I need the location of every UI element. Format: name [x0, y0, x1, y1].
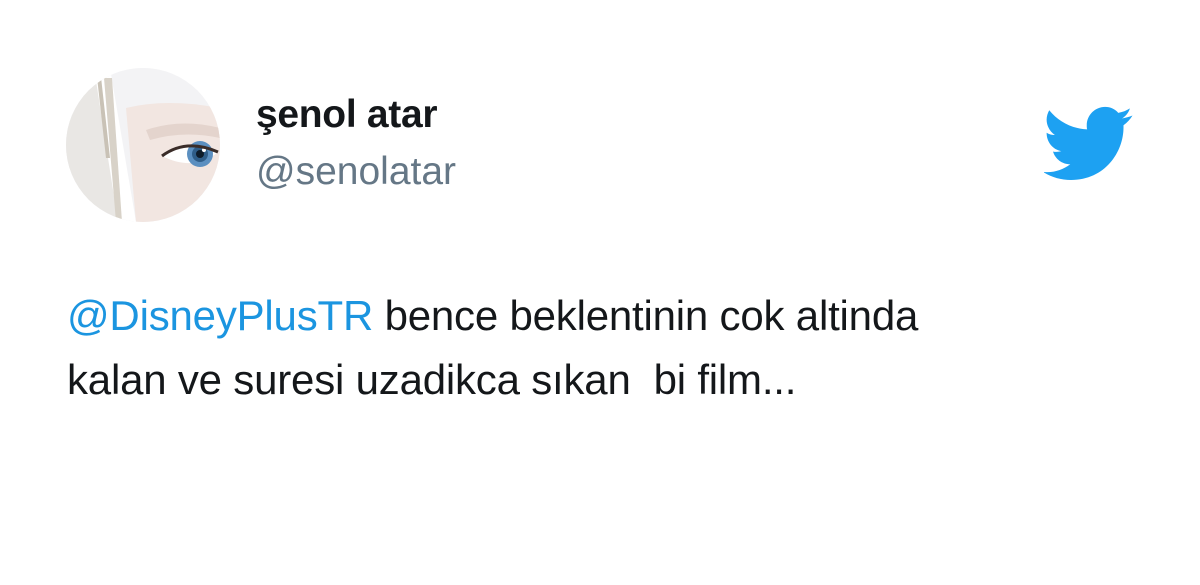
twitter-bird-svg — [1042, 106, 1133, 180]
tweet-text: @DisneyPlusTR bence beklentinin cok alti… — [67, 284, 1157, 412]
tweet-card: şenol atar @senolatar @DisneyPlusTR benc… — [0, 0, 1200, 585]
display-name[interactable]: şenol atar — [256, 93, 438, 137]
avatar[interactable] — [66, 68, 220, 222]
avatar-photo — [66, 68, 220, 222]
mention-link[interactable]: @DisneyPlusTR — [67, 292, 373, 339]
twitter-bird-icon[interactable] — [1042, 106, 1134, 182]
tweet-text-line2: kalan ve suresi uzadikca sıkan bi film..… — [67, 356, 797, 403]
user-handle[interactable]: @senolatar — [256, 150, 456, 194]
tweet-text-line1: bence beklentinin cok altinda — [373, 292, 919, 339]
